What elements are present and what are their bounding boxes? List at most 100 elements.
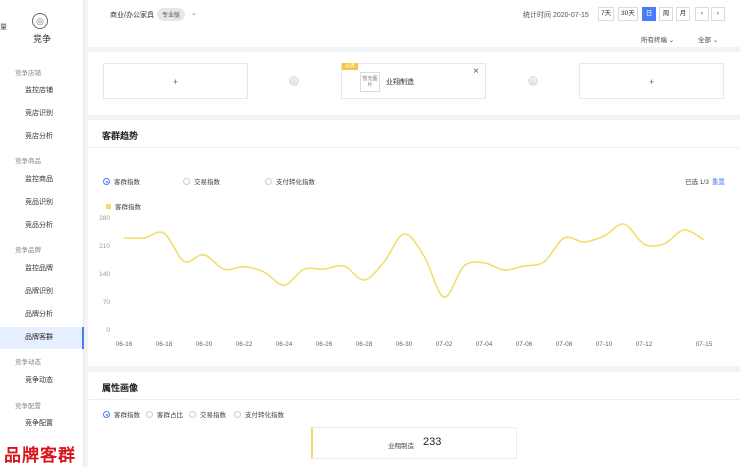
brand-tag: 品牌 <box>342 63 359 70</box>
range-30d-button[interactable]: 30天 <box>618 7 638 21</box>
chevron-left-icon[interactable]: ‹ <box>695 7 709 21</box>
data-point[interactable] <box>440 293 448 301</box>
range-week-button[interactable]: 周 <box>659 7 673 21</box>
data-point[interactable] <box>240 263 248 271</box>
y-tick-label: 0 <box>106 327 110 334</box>
x-tick-label: 07-02 <box>436 341 453 348</box>
competition-icon[interactable]: ◎ <box>32 13 48 29</box>
x-tick-label: 06-26 <box>316 341 333 348</box>
range-month-button[interactable]: 月 <box>676 7 690 21</box>
data-point[interactable] <box>420 252 428 260</box>
y-tick-label: 210 <box>99 243 110 250</box>
radio-icon <box>183 178 190 185</box>
scope-filter-label: 全部 <box>698 37 711 44</box>
sidebar-edge-label: 量 <box>0 24 7 31</box>
attr-radio-audience[interactable]: 客群指数 <box>103 409 140 419</box>
metric-card-label: 业翔制造 <box>388 443 414 450</box>
data-point[interactable] <box>300 265 308 273</box>
attr-radio-share[interactable]: 客群占比 <box>146 409 183 419</box>
data-point[interactable] <box>480 259 488 267</box>
metric-radio-label: 交易指数 <box>194 179 220 186</box>
data-point[interactable] <box>340 262 348 270</box>
trend-title: 客群趋势 <box>102 131 139 141</box>
chevron-right-icon[interactable]: › <box>711 7 725 21</box>
sidebar-item-monitor-product[interactable]: 监控商品 <box>0 169 84 191</box>
x-tick-label: 07-04 <box>476 341 493 348</box>
add-compare-slot[interactable]: + <box>103 63 248 99</box>
data-point[interactable] <box>540 258 548 266</box>
data-point[interactable] <box>500 266 508 274</box>
data-point[interactable] <box>660 240 668 248</box>
data-point[interactable] <box>600 232 608 240</box>
data-point[interactable] <box>640 240 648 248</box>
sidebar-item-product-identify[interactable]: 竞品识别 <box>0 192 84 214</box>
selected-count-label: 已选 1/3 <box>685 179 709 186</box>
data-point[interactable] <box>180 257 188 265</box>
sidebar-group-label: 竞争品牌 <box>15 247 41 254</box>
data-point[interactable] <box>620 220 628 228</box>
metric-radio-label: 客群指数 <box>114 179 140 186</box>
scope-filter[interactable]: 全部 ⌄ <box>698 34 718 44</box>
sidebar-item-brand-analysis[interactable]: 品牌分析 <box>0 304 84 326</box>
category-selector[interactable]: 商业/办公家具 <box>110 10 154 20</box>
data-point[interactable] <box>680 226 688 234</box>
range-day-button[interactable]: 日 <box>642 7 656 21</box>
sidebar-item-shop-analysis[interactable]: 竞店分析 <box>0 126 84 148</box>
compare-bar: + VS 品牌 暂无图片 业翔制造 × VS + <box>88 52 740 115</box>
sidebar-item-monitor-brand[interactable]: 监控品牌 <box>0 258 84 280</box>
series-line <box>123 223 705 298</box>
x-tick-label: 06-18 <box>156 341 173 348</box>
sidebar-item-product-analysis[interactable]: 竞品分析 <box>0 215 84 237</box>
attr-radio-trade[interactable]: 交易指数 <box>189 409 226 419</box>
reset-link[interactable]: 重置 <box>712 179 725 186</box>
data-point[interactable] <box>400 230 408 238</box>
sidebar-item-shop-identify[interactable]: 竞店识别 <box>0 103 84 125</box>
terminal-filter[interactable]: 所有终端 ⌄ <box>641 34 674 44</box>
radio-icon <box>265 178 272 185</box>
sidebar-item-brand-identify[interactable]: 品牌识别 <box>0 281 84 303</box>
sidebar-item-competition-news[interactable]: 竞争动态 <box>0 370 84 392</box>
data-point[interactable] <box>460 262 468 270</box>
radio-icon <box>146 411 153 418</box>
divider <box>88 399 740 400</box>
data-point[interactable] <box>360 276 368 284</box>
sidebar-group-label: 竞争店铺 <box>15 70 41 77</box>
radio-icon <box>234 411 241 418</box>
x-tick-label: 06-16 <box>116 341 133 348</box>
add-compare-slot[interactable]: + <box>579 63 724 99</box>
sidebar-item-monitor-shop[interactable]: 监控店铺 <box>0 80 84 102</box>
edition-badge: 专业版 <box>157 8 186 21</box>
data-point[interactable] <box>220 265 228 273</box>
metric-radio-conversion[interactable]: 支付转化指数 <box>265 176 315 186</box>
sidebar-item-competition-config[interactable]: 竞争配置 <box>0 413 84 435</box>
sidebar-group-label: 竞争商品 <box>15 158 41 165</box>
close-icon[interactable]: × <box>473 66 479 77</box>
data-point[interactable] <box>320 265 328 273</box>
sidebar-item-brand-audience[interactable]: 品牌客群 <box>0 327 84 349</box>
data-point[interactable] <box>520 262 528 270</box>
data-point[interactable] <box>260 268 268 276</box>
data-point[interactable] <box>140 234 148 242</box>
attr-radio-label: 支付转化指数 <box>245 412 284 419</box>
vs-icon: VS <box>528 76 538 86</box>
metric-radio-audience[interactable]: 客群指数 <box>103 176 140 186</box>
radio-selected-icon <box>103 411 110 418</box>
y-tick-label: 70 <box>103 299 111 306</box>
attr-radio-conversion[interactable]: 支付转化指数 <box>234 409 284 419</box>
data-point[interactable] <box>580 238 588 246</box>
selected-brand-card[interactable]: 品牌 暂无图片 业翔制造 × <box>341 63 486 99</box>
data-point[interactable] <box>160 229 168 237</box>
x-tick-label: 06-28 <box>356 341 373 348</box>
x-tick-label: 07-08 <box>556 341 573 348</box>
metric-radio-trade[interactable]: 交易指数 <box>183 176 220 186</box>
data-point[interactable] <box>200 251 208 259</box>
metric-radio-label: 支付转化指数 <box>276 179 315 186</box>
sidebar-group-label: 竞争配置 <box>15 403 41 410</box>
data-point[interactable] <box>120 234 128 242</box>
data-point[interactable] <box>380 258 388 266</box>
data-point[interactable] <box>560 234 568 242</box>
data-point[interactable] <box>280 281 288 289</box>
data-point[interactable] <box>700 236 708 244</box>
range-7d-button[interactable]: 7天 <box>598 7 615 21</box>
chevron-down-icon[interactable]: ⌄ <box>191 9 197 17</box>
